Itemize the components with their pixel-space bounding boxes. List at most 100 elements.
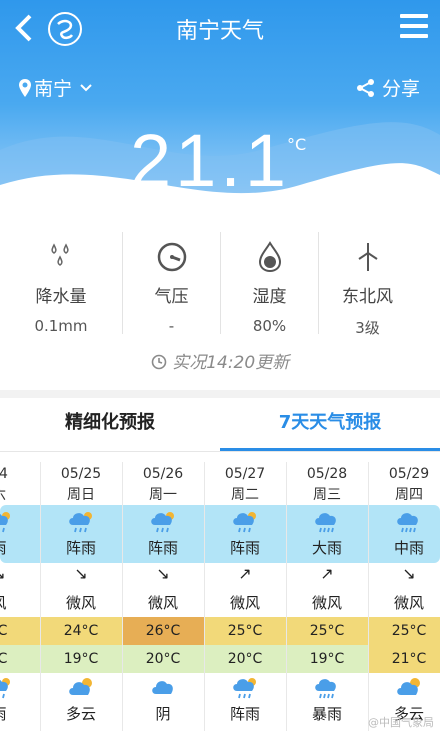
update-time: 实况14:20更新 — [0, 348, 440, 373]
top-bar: 南宁天气 — [0, 0, 440, 56]
share-button[interactable]: 分享 — [356, 74, 420, 101]
watermark-text: @中国气象局 — [368, 716, 434, 729]
current-temperature: 21.1 — [130, 119, 291, 202]
forecast-day: 05/28 周三 大雨 ↗ 微风 25°C 19°C 暴雨 — [286, 462, 368, 731]
forecast-weekday: 周三 — [313, 487, 341, 503]
cloud-icon — [150, 676, 176, 700]
location-pin-icon — [19, 78, 31, 97]
clock-icon — [151, 354, 167, 370]
forecast-date: 05/26 — [142, 466, 184, 482]
high-temperature: 25°C — [204, 617, 286, 645]
wind-level: 微风 — [147, 594, 178, 612]
wind-level: 微风 — [311, 594, 342, 612]
column-divider — [204, 462, 205, 731]
column-divider — [368, 462, 369, 731]
rain-cloud-icon — [0, 676, 14, 704]
stat-label: 气压 — [154, 287, 189, 307]
forecast-date: 24 — [0, 466, 8, 482]
stat-pressure: 气压 - — [122, 232, 220, 335]
tab-detailed-forecast[interactable]: 精细化预报 — [0, 398, 220, 451]
partly-cloudy-icon — [68, 676, 96, 702]
wind-turbine-icon — [319, 238, 416, 276]
wind-direction-icon: ↗ — [238, 564, 252, 583]
high-temperature: 25°C — [286, 617, 368, 645]
night-weather: 阵雨 — [229, 705, 260, 723]
wind-direction-icon: ↘ — [402, 564, 416, 583]
partly-cloudy-icon — [396, 676, 424, 702]
stat-value: - — [168, 317, 175, 335]
column-divider — [122, 462, 123, 731]
day-weather: 雨 — [0, 537, 40, 558]
low-temperature: 20°C — [204, 645, 286, 673]
shower-icon — [232, 510, 260, 538]
forecast-weekday: 周四 — [395, 487, 423, 503]
location-selector[interactable]: 南宁 — [18, 74, 96, 101]
wind-level: 风 — [0, 592, 40, 613]
high-temperature: °C — [0, 617, 40, 645]
forecast-day: 05/25 周日 阵雨 ↘ 微风 24°C 19°C 多云 — [40, 462, 122, 731]
night-weather: 多云 — [65, 705, 96, 723]
update-text: 实况14:20更新 — [172, 353, 290, 373]
forecast-date: 05/27 — [224, 466, 266, 482]
current-stats: 降水量 0.1mm 气压 - 湿度 80% 东北风 3级 — [0, 232, 440, 337]
menu-icon[interactable] — [400, 14, 428, 40]
forecast-grid: 24 六 雨 ↘ 风 °C °C 雨 05/25 周日 阵雨 ↘ 微风 24°C… — [0, 462, 440, 731]
day-weather: 阵雨 — [147, 539, 178, 557]
low-temperature: 21°C — [368, 645, 440, 673]
share-label: 分享 — [381, 78, 420, 100]
wind-direction-icon: ↘ — [156, 564, 170, 583]
shower-icon — [68, 510, 96, 538]
wind-level: 微风 — [393, 594, 424, 612]
high-temperature: 24°C — [40, 617, 122, 645]
wind-level: 微风 — [229, 594, 260, 612]
share-icon — [356, 78, 374, 97]
section-divider — [0, 390, 440, 398]
rain-cloud-icon — [0, 510, 14, 538]
stat-label: 东北风 — [342, 287, 393, 307]
stat-label: 湿度 — [252, 287, 287, 307]
tab-7day-forecast[interactable]: 7天天气预报 — [220, 398, 440, 451]
forecast-day: 05/27 周二 阵雨 ↗ 微风 25°C 20°C 阵雨 — [204, 462, 286, 731]
night-weather: 暴雨 — [311, 705, 342, 723]
high-temperature: 26°C — [122, 617, 204, 645]
day-weather: 阵雨 — [229, 539, 260, 557]
forecast-date: 05/29 — [388, 466, 430, 482]
low-temperature: 19°C — [286, 645, 368, 673]
stat-label: 降水量 — [35, 287, 87, 307]
column-divider — [286, 462, 287, 731]
forecast-weekday: 周二 — [231, 487, 259, 503]
forecast-tabs: 精细化预报 7天天气预报 — [0, 398, 440, 452]
forecast-day: 24 六 雨 ↘ 风 °C °C 雨 — [0, 462, 40, 731]
shower-icon — [150, 510, 178, 538]
day-weather: 大雨 — [311, 539, 342, 557]
shower-icon — [232, 676, 260, 704]
stat-value: 3级 — [355, 319, 380, 337]
pressure-gauge-icon — [123, 238, 220, 276]
stat-precipitation: 降水量 0.1mm — [0, 232, 122, 335]
wind-direction-icon: ↘ — [0, 564, 40, 583]
forecast-weekday: 周日 — [67, 487, 95, 503]
location-city: 南宁 — [34, 78, 73, 100]
high-temperature: 25°C — [368, 617, 440, 645]
low-temperature: 19°C — [40, 645, 122, 673]
forecast-day: 05/29 周四 中雨 ↘ 微风 25°C 21°C 多云 — [368, 462, 440, 731]
stat-value: 80% — [252, 317, 287, 335]
forecast-date: 05/28 — [306, 466, 348, 482]
wind-level: 微风 — [65, 594, 96, 612]
forecast-weekday: 六 — [0, 484, 40, 504]
wind-direction-icon: ↗ — [320, 564, 334, 583]
forecast-day: 05/26 周一 阵雨 ↘ 微风 26°C 20°C 阴 — [122, 462, 204, 731]
low-temperature: 20°C — [122, 645, 204, 673]
stat-humidity: 湿度 80% — [220, 232, 318, 335]
moderate-rain-icon — [396, 510, 424, 538]
chevron-down-icon — [80, 83, 92, 91]
page-title: 南宁天气 — [175, 19, 264, 44]
wind-direction-icon: ↘ — [74, 564, 88, 583]
day-weather: 阵雨 — [65, 539, 96, 557]
stat-wind: 东北风 3级 — [318, 232, 416, 337]
stat-value: 0.1mm — [34, 317, 88, 335]
temperature-unit: °C — [287, 135, 307, 154]
forecast-weekday: 周一 — [149, 487, 177, 503]
night-weather: 阴 — [155, 705, 171, 723]
low-temperature: °C — [0, 645, 40, 673]
